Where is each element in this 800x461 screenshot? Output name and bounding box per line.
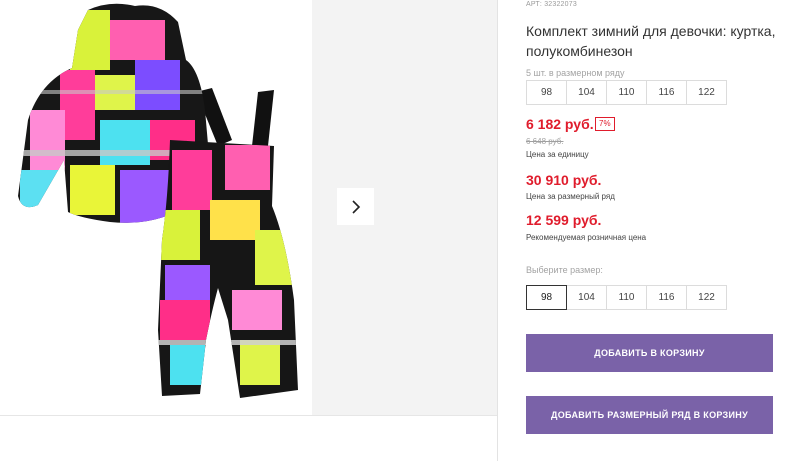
series-size: 116 [646, 80, 687, 105]
series-size: 98 [526, 80, 567, 105]
chevron-right-icon [351, 199, 360, 214]
winter-suit-image [18, 3, 298, 398]
series-size-list: 98 104 110 116 122 [526, 80, 727, 105]
size-option-98[interactable]: 98 [526, 285, 567, 310]
column-divider [497, 0, 498, 461]
size-picker-label: Выберите размер: [526, 265, 603, 275]
size-option-110[interactable]: 110 [606, 285, 647, 310]
size-option-116[interactable]: 116 [646, 285, 687, 310]
size-option-104[interactable]: 104 [566, 285, 607, 310]
size-picker: 98 104 110 116 122 [526, 285, 727, 310]
series-caption: 5 шт. в размерном ряду [526, 68, 625, 78]
product-gallery [0, 0, 497, 461]
size-option-122[interactable]: 122 [686, 285, 727, 310]
thumbnail-strip [0, 415, 497, 461]
series-size: 104 [566, 80, 607, 105]
series-size: 122 [686, 80, 727, 105]
series-price: 30 910 руб. [526, 172, 602, 188]
unit-price: 6 182 руб. [526, 116, 594, 132]
old-price: 6 648 руб. [526, 137, 564, 146]
article-number: АРТ: 32322073 [526, 1, 577, 8]
product-photo[interactable] [0, 0, 312, 415]
product-page: АРТ: 32322073 Комплект зимний для девочк… [0, 0, 800, 461]
series-size: 110 [606, 80, 647, 105]
unit-price-caption: Цена за единицу [526, 150, 589, 159]
gallery-next-button[interactable] [337, 188, 374, 225]
retail-price-caption: Рекомендуемая розничная цена [526, 233, 647, 242]
product-title: Комплект зимний для девочки: куртка, пол… [526, 23, 776, 59]
discount-badge: 7% [595, 117, 615, 131]
add-series-to-cart-button[interactable]: ДОБАВИТЬ РАЗМЕРНЫЙ РЯД В КОРЗИНУ [526, 396, 773, 434]
add-to-cart-button[interactable]: ДОБАВИТЬ В КОРЗИНУ [526, 334, 773, 372]
retail-price: 12 599 руб. [526, 212, 602, 228]
series-price-caption: Цена за размерный ряд [526, 192, 615, 201]
